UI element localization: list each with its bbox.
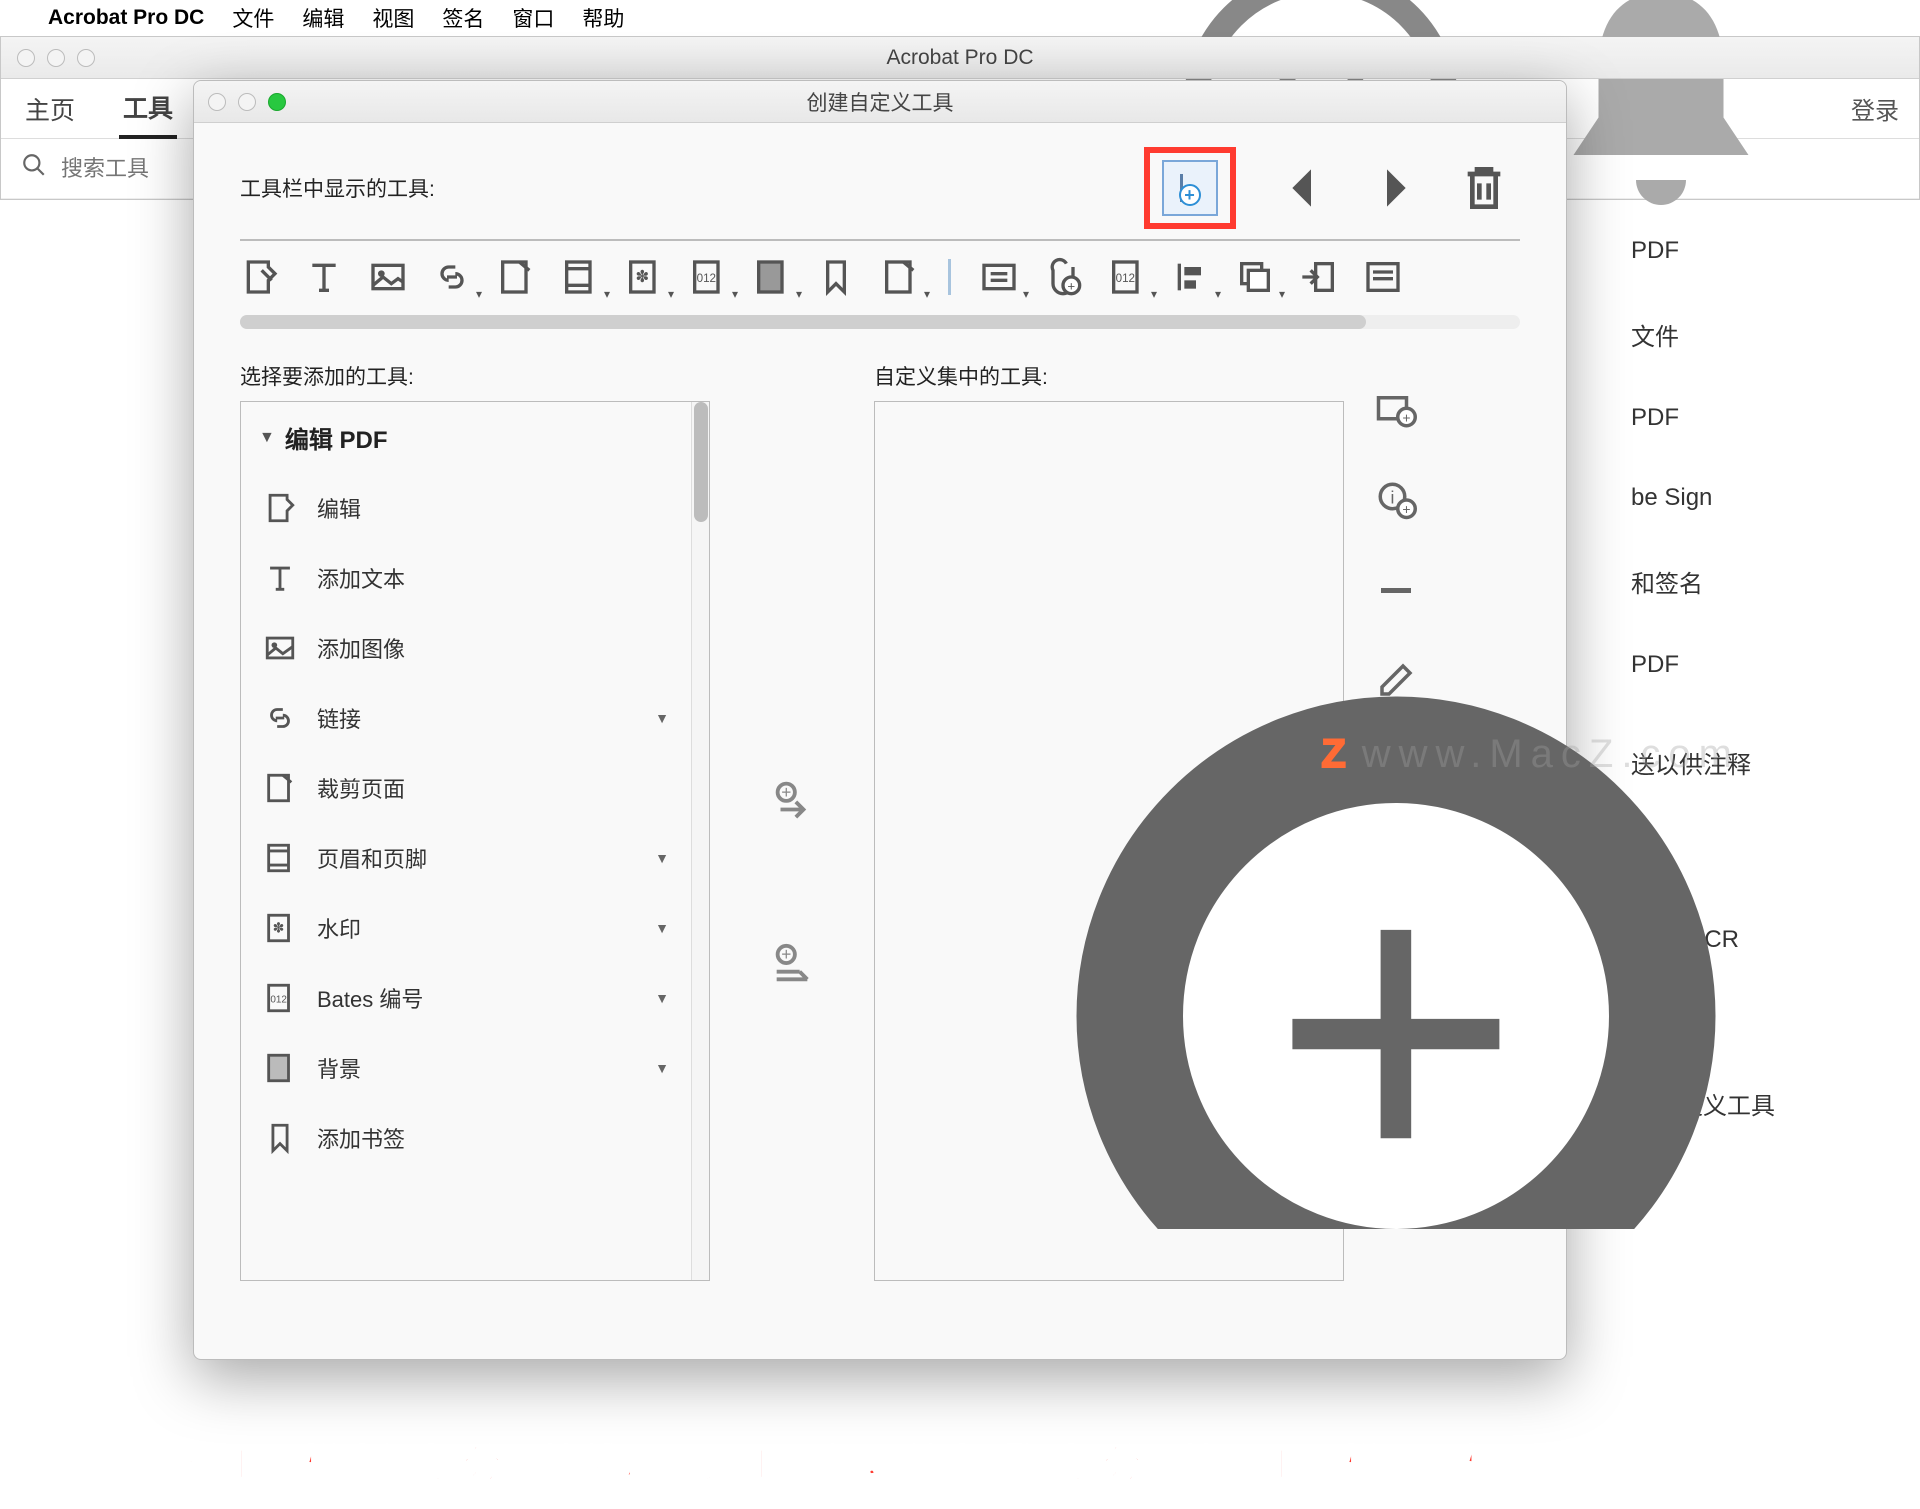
menu-file[interactable]: 文件 (232, 3, 274, 33)
tool-item[interactable]: 页眉和页脚 ▼ (241, 823, 691, 893)
menu-help[interactable]: 帮助 (582, 3, 624, 33)
watermark-icon: ✽ (263, 911, 297, 945)
menu-sign[interactable]: 签名 (442, 3, 484, 33)
app-name[interactable]: Acrobat Pro DC (48, 6, 204, 30)
edit-icon (263, 491, 297, 525)
menu-view[interactable]: 视图 (372, 3, 414, 33)
tool-item[interactable]: 背景 ▼ (241, 1033, 691, 1103)
chevron-down-icon: ▼ (259, 429, 275, 447)
create-custom-tool-dialog: 创建自定义工具 工具栏中显示的工具: + (193, 80, 1567, 1360)
tab-tools[interactable]: 工具 (119, 79, 177, 139)
image-icon (263, 631, 297, 665)
tool-image-icon[interactable] (368, 257, 408, 297)
instruction-caption: 要在工具栏中添加分隔符线以隔开工具组，单击「添加分隔符至工具栏」图标 (142, 1432, 1502, 1490)
watermark: Zwww.MacZ.com (1321, 732, 1740, 777)
tool-crop-icon[interactable] (496, 257, 536, 297)
svg-text:✽: ✽ (635, 267, 649, 286)
tool-item[interactable]: 编辑 (241, 473, 691, 543)
tool-link-icon[interactable]: ▾ (432, 257, 472, 297)
toolbar-label: 工具栏中显示的工具: (240, 173, 435, 203)
dialog-maximize-icon[interactable] (268, 93, 286, 111)
menu-edit[interactable]: 编辑 (302, 3, 344, 33)
minimize-window-icon[interactable] (47, 49, 65, 67)
category-header[interactable]: ▼ 编辑 PDF (241, 402, 691, 473)
tool-item[interactable]: 012 Bates 编号 ▼ (241, 963, 691, 1033)
tool-item[interactable]: 链接 ▼ (241, 683, 691, 753)
tool-text-icon[interactable] (304, 257, 344, 297)
background-icon (263, 1051, 297, 1085)
tool-headerfooter-icon[interactable]: ▾ (560, 257, 600, 297)
chevron-down-icon: ▼ (655, 920, 669, 936)
tool-item[interactable]: 添加图像 (241, 613, 691, 683)
tool-item[interactable]: 添加书签 (241, 1103, 691, 1173)
add-divider-line-button[interactable]: + (1375, 569, 1417, 611)
chevron-down-icon: ▼ (655, 1060, 669, 1076)
tool-edit-icon[interactable] (240, 257, 280, 297)
dialog-minimize-icon[interactable] (238, 93, 256, 111)
maximize-window-icon[interactable] (77, 49, 95, 67)
dialog-close-icon[interactable] (208, 93, 226, 111)
tool-watermark-icon[interactable]: ✽▾ (624, 257, 664, 297)
traffic-lights (1, 49, 95, 67)
svg-text:012: 012 (270, 994, 287, 1005)
menu-window[interactable]: 窗口 (512, 3, 554, 33)
bates-icon: 012 (263, 981, 297, 1015)
tool-item[interactable]: 添加文本 (241, 543, 691, 613)
category-label: 编辑 PDF (285, 420, 388, 455)
bookmark-icon (263, 1121, 297, 1155)
close-window-icon[interactable] (17, 49, 35, 67)
tab-home[interactable]: 主页 (21, 81, 79, 137)
text-icon (263, 561, 297, 595)
chevron-down-icon: ▼ (655, 850, 669, 866)
headerfooter-icon (263, 841, 297, 875)
available-tools-list: ▼ 编辑 PDF 编辑 添加文本 添加图像 (241, 402, 691, 1280)
link-icon (263, 701, 297, 735)
left-column-label: 选择要添加的工具: (240, 361, 710, 391)
crop-icon (263, 771, 297, 805)
tool-item[interactable]: 裁剪页面 (241, 753, 691, 823)
chevron-down-icon: ▼ (655, 710, 669, 726)
chevron-down-icon: ▼ (655, 990, 669, 1006)
section-icon-column: + i+ + (1356, 361, 1436, 1281)
svg-text:+: + (1272, 791, 1521, 1229)
search-icon (21, 152, 47, 185)
svg-text:✽: ✽ (273, 920, 285, 936)
tool-item[interactable]: ✽ 水印 ▼ (241, 893, 691, 963)
dialog-traffic-lights (194, 93, 286, 111)
left-scrollbar[interactable] (691, 402, 709, 1280)
